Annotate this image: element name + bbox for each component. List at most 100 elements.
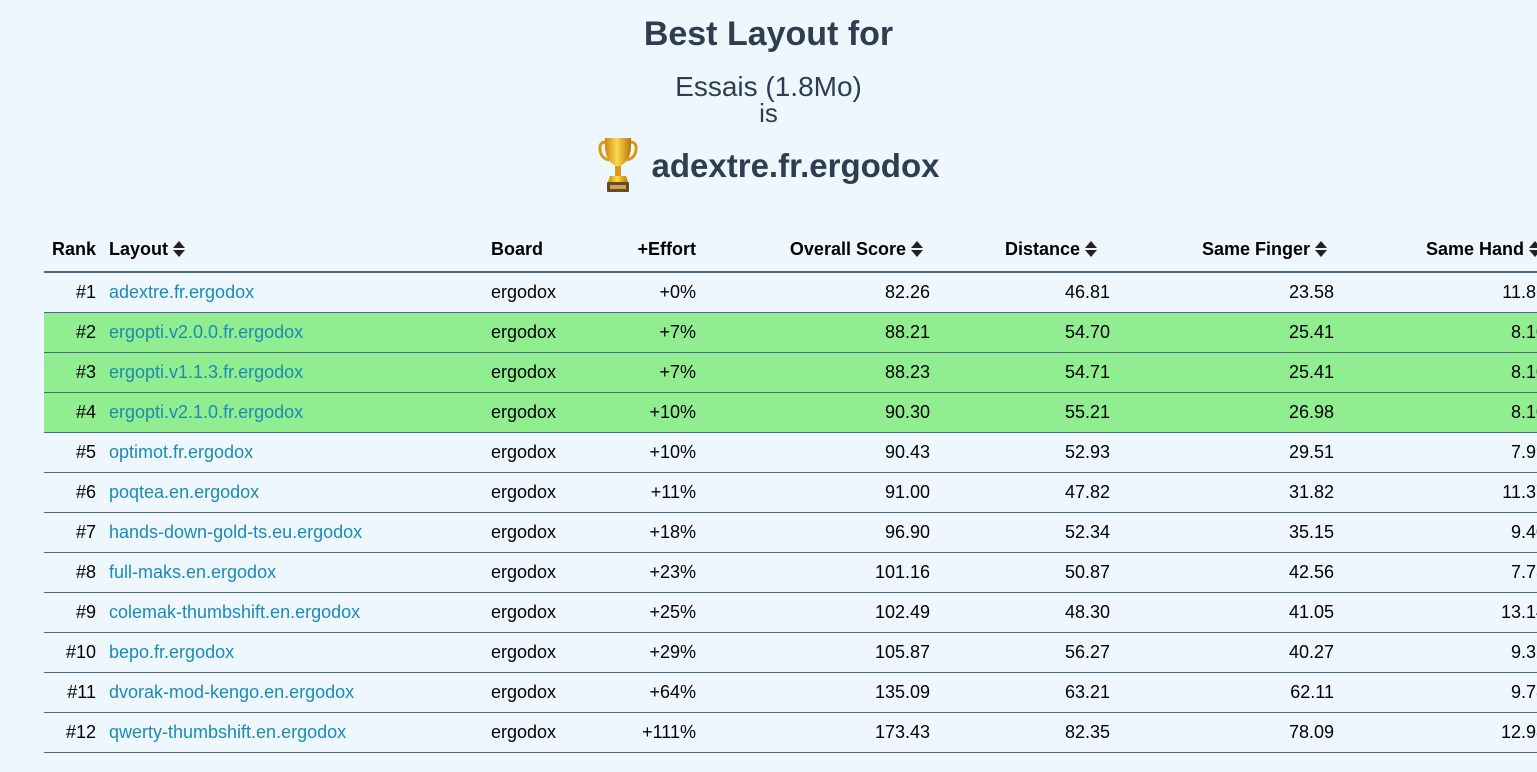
effort-cell-value: +11% — [650, 482, 696, 502]
table-row: #7 hands-down-gold-ts.eu.ergodox ergodox +1… — [44, 512, 1537, 553]
column-header-same-hand[interactable]: Same Hand — [1342, 228, 1537, 273]
effort-cell-value: +7% — [659, 362, 696, 382]
table-row: #11 dvorak-mod-kengo.en.ergodox ergodox +64… — [44, 672, 1537, 713]
same-finger-cell: 25.41 — [1112, 352, 1342, 393]
overall-score-cell-value: 135.09 — [874, 682, 930, 702]
same-finger-cell: 62.11 — [1112, 672, 1342, 713]
same-hand-cell: 13.14 — [1342, 592, 1537, 633]
layout-link[interactable]: qwerty-thumbshift.en.ergodox — [108, 722, 346, 743]
rank-cell-value: #2 — [75, 322, 96, 342]
overall-score-cell-value: 102.49 — [874, 602, 930, 622]
layout-link[interactable]: ergopti.v1.1.3.fr.ergodox — [108, 362, 303, 383]
sort-icon[interactable] — [910, 239, 924, 259]
rank-cell-value: #4 — [75, 402, 96, 422]
distance-cell-value: 52.34 — [1064, 522, 1110, 542]
same-finger-cell-value: 31.82 — [1288, 482, 1334, 502]
layout-link[interactable]: full-maks.en.ergodox — [108, 562, 276, 583]
distance-cell-value: 54.71 — [1064, 362, 1110, 382]
rank-cell-value: #11 — [67, 682, 96, 702]
winner-banner: adextre.fr.ergodox — [0, 136, 1537, 196]
effort-cell-value: +64% — [649, 682, 696, 702]
board-cell-value: ergodox — [491, 682, 557, 702]
same-finger-cell-value: 40.27 — [1288, 642, 1334, 662]
layout-cell: ergopti.v2.1.0.fr.ergodox — [108, 392, 491, 433]
table-row: #10 bepo.fr.ergodox ergodox +29% 105.87 56.27… — [44, 632, 1537, 673]
same-hand-cell: 9.32 — [1342, 632, 1537, 673]
same-hand-cell: 11.86 — [1342, 272, 1537, 313]
board-cell-value: ergodox — [491, 562, 557, 582]
distance-cell-value: 55.21 — [1064, 402, 1110, 422]
layout-link[interactable]: adextre.fr.ergodox — [108, 282, 254, 303]
sort-icon[interactable] — [1084, 239, 1098, 259]
same-hand-cell-value: 8.10 — [1510, 402, 1537, 422]
layout-cell: optimot.fr.ergodox — [108, 432, 491, 473]
layout-link[interactable]: hands-down-gold-ts.eu.ergodox — [108, 522, 362, 543]
rank-cell: #1 — [44, 272, 108, 313]
layout-link[interactable]: ergopti.v2.1.0.fr.ergodox — [108, 402, 303, 423]
layout-link[interactable]: optimot.fr.ergodox — [108, 442, 253, 463]
column-header-overall-score[interactable]: Overall Score — [698, 228, 932, 273]
same-hand-cell-value: 12.98 — [1500, 722, 1537, 742]
layout-link[interactable]: colemak-thumbshift.en.ergodox — [108, 602, 360, 623]
sort-icon[interactable] — [1314, 239, 1328, 259]
same-hand-cell-value: 9.40 — [1510, 522, 1537, 542]
effort-cell: +11% — [609, 472, 698, 513]
board-cell-value: ergodox — [491, 362, 557, 382]
same-finger-cell-value: 29.51 — [1288, 442, 1334, 462]
board-cell: ergodox — [491, 272, 609, 313]
board-cell-value: ergodox — [491, 602, 557, 622]
same-hand-cell-value: 8.10 — [1510, 362, 1537, 382]
board-cell-value: ergodox — [491, 722, 557, 742]
same-hand-cell-value: 13.14 — [1500, 602, 1537, 622]
rank-cell: #9 — [44, 592, 108, 633]
distance-cell-value: 47.82 — [1064, 482, 1110, 502]
effort-cell-value: +111% — [642, 722, 696, 742]
table-header-row: Rank Layout Board +Effort Overall Score … — [44, 228, 1537, 273]
layout-cell: poqtea.en.ergodox — [108, 472, 491, 513]
same-hand-cell-value: 11.86 — [1502, 282, 1537, 302]
rank-cell: #7 — [44, 512, 108, 553]
same-hand-cell: 8.10 — [1342, 392, 1537, 433]
effort-cell: +7% — [609, 352, 698, 393]
column-header-layout[interactable]: Layout — [108, 228, 491, 273]
board-cell: ergodox — [491, 512, 609, 553]
layout-link[interactable]: dvorak-mod-kengo.en.ergodox — [108, 682, 354, 703]
column-header-same-finger[interactable]: Same Finger — [1112, 228, 1342, 273]
effort-cell: +10% — [609, 392, 698, 433]
board-cell: ergodox — [491, 592, 609, 633]
layout-link[interactable]: ergopti.v2.0.0.fr.ergodox — [108, 322, 303, 343]
overall-score-cell: 82.26 — [698, 272, 932, 313]
rank-cell: #10 — [44, 632, 108, 673]
effort-cell: +25% — [609, 592, 698, 633]
rank-cell: #8 — [44, 552, 108, 593]
sort-icon[interactable] — [1528, 239, 1537, 259]
board-cell: ergodox — [491, 632, 609, 673]
overall-score-cell: 91.00 — [698, 472, 932, 513]
same-finger-cell-value: 35.15 — [1288, 522, 1334, 542]
same-finger-cell: 25.41 — [1112, 312, 1342, 353]
table-row: #4 ergopti.v2.1.0.fr.ergodox ergodox +10% 90… — [44, 392, 1537, 433]
board-cell: ergodox — [491, 352, 609, 393]
rank-cell-value: #1 — [75, 282, 96, 302]
overall-score-cell: 105.87 — [698, 632, 932, 673]
rank-cell-value: #8 — [75, 562, 96, 582]
distance-cell: 46.81 — [932, 272, 1112, 313]
winner-layout-name: adextre.fr.ergodox — [651, 147, 940, 184]
same-hand-cell: 11.37 — [1342, 472, 1537, 513]
layout-link[interactable]: poqtea.en.ergodox — [108, 482, 259, 503]
layout-link[interactable]: bepo.fr.ergodox — [108, 642, 234, 663]
same-hand-cell: 12.98 — [1342, 712, 1537, 753]
column-header-distance[interactable]: Distance — [932, 228, 1112, 273]
overall-score-cell-value: 82.26 — [884, 282, 930, 302]
overall-score-cell-value: 90.30 — [884, 402, 930, 422]
layout-cell: bepo.fr.ergodox — [108, 632, 491, 673]
table-row: #2 ergopti.v2.0.0.fr.ergodox ergodox +7% 88.… — [44, 312, 1537, 353]
overall-score-cell-value: 91.00 — [884, 482, 930, 502]
table-row: #5 optimot.fr.ergodox ergodox +10% 90.43 52.9… — [44, 432, 1537, 473]
sort-icon[interactable] — [172, 239, 186, 259]
board-cell-value: ergodox — [491, 522, 557, 542]
board-cell-value: ergodox — [491, 482, 557, 502]
rank-cell-value: #5 — [75, 442, 96, 462]
same-finger-cell-value: 25.41 — [1288, 322, 1334, 342]
layout-cell: full-maks.en.ergodox — [108, 552, 491, 593]
